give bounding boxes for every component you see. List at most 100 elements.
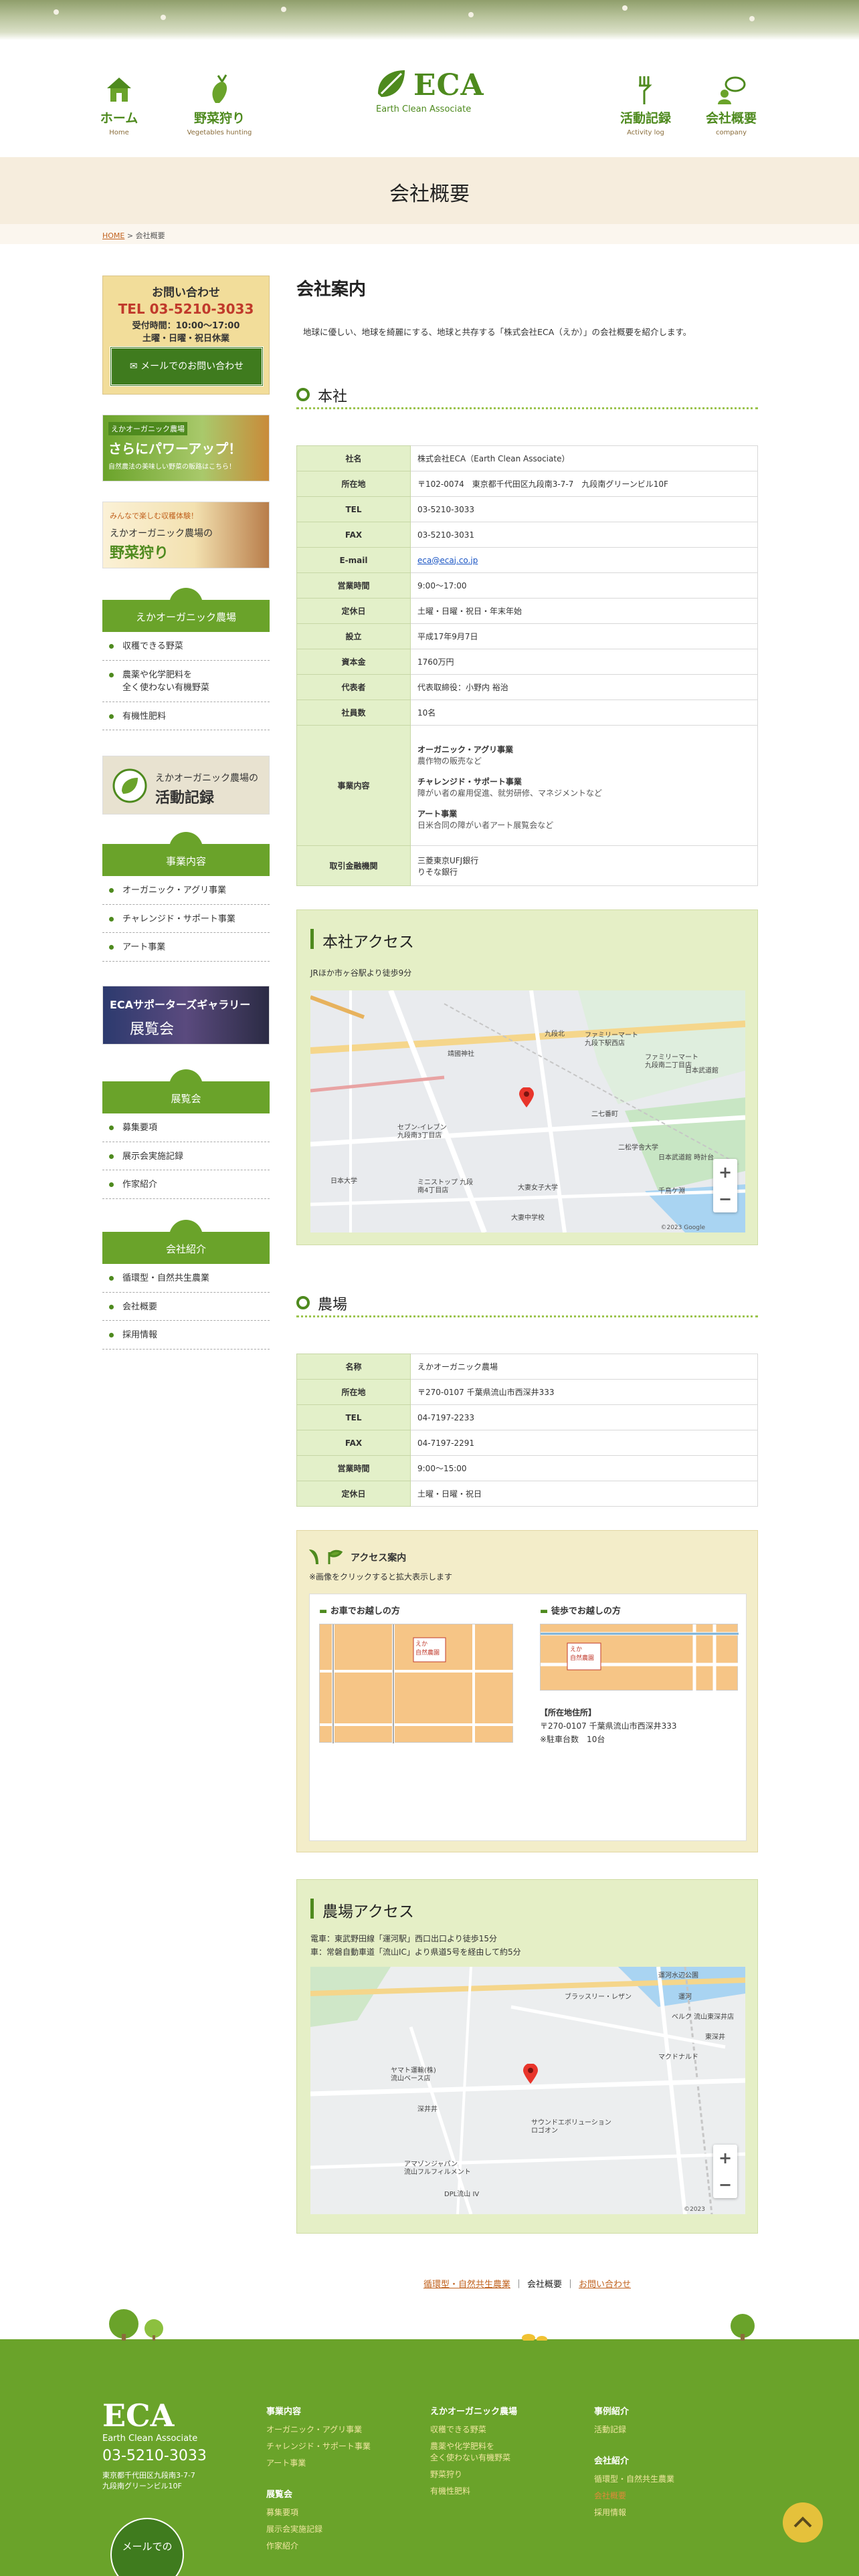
footer-addr1: 東京都千代田区九段南3-7-7 — [102, 2471, 195, 2480]
banner2-line1: みんなで楽しむ収穫体験！ — [110, 512, 198, 520]
site-logo[interactable]: ECA Earth Clean Associate — [375, 67, 488, 120]
footer-link[interactable]: 活動記録 — [594, 2424, 674, 2435]
sidebar-company-item[interactable]: 採用情報 — [102, 1321, 270, 1350]
walk-route-map[interactable]: えか 自然農園 — [540, 1624, 739, 1691]
footer-link[interactable]: 会社概要 — [594, 2490, 674, 2501]
sidebar-business-item[interactable]: チャレンジド・サポート事業 — [102, 905, 270, 933]
row-label: TEL — [296, 496, 411, 522]
map-label: ミニストップ 九段 南4丁目店 — [417, 1179, 474, 1194]
banner-farm-power-up[interactable]: えかオーガニック農場 さらにパワーアップ！ 自然農法の美味しい野菜の販路はこちら… — [102, 415, 270, 481]
sidebar-farm-item[interactable]: 農薬や化学肥料を 全く使わない有機野菜 — [102, 661, 270, 702]
footer-link[interactable]: 農薬や化学肥料を 全く使わない有機野菜 — [430, 2440, 517, 2463]
row-value: 9:00〜15:00 — [410, 1455, 758, 1481]
banner3-line2: 活動記録 — [155, 790, 215, 807]
house-icon — [107, 78, 131, 102]
map-label: ヤマト運輸(株) 流山ベース店 — [391, 2067, 436, 2082]
banner-activity-log[interactable]: えかオーガニック農場の 活動記録 — [102, 756, 270, 815]
table-row: 資本金 1760万円 — [296, 649, 758, 675]
footer-link[interactable]: オーガニック・アグリ事業 — [266, 2424, 371, 2435]
section-heading: 会社案内 — [296, 280, 367, 300]
banner-exhibition[interactable]: ECAサポーターズギャラリー 展覧会 — [102, 986, 270, 1045]
footer-logo-text: ECA — [102, 2397, 175, 2434]
table-row: 取引金融機関 三菱東京UFJ銀行 りそな銀行 — [296, 845, 758, 886]
zoom-out-button[interactable]: − — [713, 2171, 737, 2198]
row-label: 定休日 — [296, 598, 411, 624]
email-link[interactable]: eca@ecaj.co.jp — [417, 556, 478, 565]
footer-link[interactable]: 作家紹介 — [266, 2540, 371, 2551]
row-label: 定休日 — [296, 1481, 411, 1507]
footer-link[interactable]: 展示会実施記録 — [266, 2523, 371, 2535]
business-item-desc: 農作物の販売など — [417, 756, 482, 766]
nav-harvest[interactable]: 野菜狩り Vegetables hunting — [176, 74, 263, 136]
map-label: 九段北 — [545, 1031, 565, 1038]
business-item-title: オーガニック・アグリ事業 — [417, 744, 514, 754]
sidebar-exhibition-item[interactable]: 作家紹介 — [102, 1170, 270, 1199]
banner-vegetable-hunting[interactable]: みんなで楽しむ収穫体験！ えかオーガニック農場の 野菜狩り — [102, 502, 270, 568]
sidebar-company-item[interactable]: 循環型・自然共生農業 — [102, 1264, 270, 1293]
map-label: 東深井 — [705, 2034, 725, 2041]
breadcrumb-current: 会社概要 — [135, 231, 165, 240]
footer-mail-button[interactable]: メールでの — [110, 2518, 184, 2576]
sidebar-business-item[interactable]: オーガニック・アグリ事業 — [102, 876, 270, 905]
map-label: 日本武道館 — [685, 1067, 719, 1075]
sidebar-farm-item[interactable]: 有機性肥料 — [102, 702, 270, 730]
sidebar-farm-list: 収穫できる野菜 農薬や化学肥料を 全く使わない有機野菜 有機性肥料 — [102, 632, 270, 730]
footer-col-heading: 展覧会 — [266, 2490, 293, 2500]
footer-link[interactable]: 有機性肥料 — [430, 2485, 517, 2496]
map-label: アマゾンジャパン 流山フルフィルメント — [404, 2161, 471, 2176]
row-value: 10名 — [410, 700, 758, 726]
logo-text: ECA — [413, 68, 484, 102]
contact-hours: 受付時間：10:00〜17:00 — [132, 321, 240, 331]
zoom-in-button[interactable]: + — [713, 1159, 737, 1186]
breadcrumb-home[interactable]: HOME — [102, 231, 124, 240]
sidebar-company-item[interactable]: 会社概要 — [102, 1293, 270, 1321]
farm-map[interactable]: 運河水辺公園 ブラッスリー・レザン マクドナルド ヤマト運輸(株) 流山ベース店 深井井… — [310, 1967, 745, 2214]
table-row: 所在地 〒270-0107 千葉県流山市西深井333 — [296, 1379, 758, 1405]
footer-link[interactable]: 野菜狩り — [430, 2468, 517, 2480]
back-to-top-button[interactable] — [783, 2502, 823, 2543]
footer-link[interactable]: 循環型・自然共生農業 — [594, 2473, 674, 2484]
ring-icon — [296, 388, 310, 401]
footer-link[interactable]: 収穫できる野菜 — [430, 2424, 517, 2435]
ring-icon — [296, 1296, 310, 1309]
footer-link[interactable]: 募集要項 — [266, 2506, 371, 2518]
zoom-in-button[interactable]: + — [713, 2145, 737, 2171]
map-label: 千鳥ケ淵 — [658, 1188, 685, 1195]
footer-link[interactable]: チャレンジド・サポート事業 — [266, 2440, 371, 2452]
breadcrumb-sep: > — [124, 231, 136, 240]
sidebar-exhibition-item[interactable]: 募集要項 — [102, 1113, 270, 1142]
footer-tel: 03-5210-3033 — [102, 2448, 207, 2464]
farm-access-train: 電車：東武野田線「運河駅」西口出口より徒歩15分 — [310, 1934, 498, 1943]
speech-bubble-icon — [718, 76, 746, 104]
sidebar-exhibition-item[interactable]: 展示会実施記録 — [102, 1142, 270, 1170]
table-row: 社員数 10名 — [296, 700, 758, 726]
map-label: DPL流山 IV — [444, 2191, 480, 2198]
banner3-line1: えかオーガニック農場の — [155, 773, 258, 784]
bottom-link-contact[interactable]: お問い合わせ — [579, 2280, 631, 2290]
nav-activity[interactable]: 活動記録 Activity log — [602, 74, 689, 136]
sidebar-farm-item[interactable]: 収穫できる野菜 — [102, 632, 270, 661]
sidebar-company-list: 循環型・自然共生農業 会社概要 採用情報 — [102, 1264, 270, 1350]
bottom-links: 循環型・自然共生農業｜会社概要｜お問い合わせ — [423, 2280, 632, 2290]
sidebar-business-item[interactable]: アート事業 — [102, 933, 270, 962]
mail-contact-button[interactable]: ✉ メールでのお問い合わせ — [110, 346, 264, 387]
footer-mail-label: メールでの — [122, 2541, 173, 2553]
farm-guide-parking: ※駐車台数 10台 — [540, 1735, 605, 1744]
bottom-link-farming[interactable]: 循環型・自然共生農業 — [423, 2280, 510, 2290]
table-row: 営業時間 9:00〜15:00 — [296, 1455, 758, 1481]
row-value: えかオーガニック農場 — [410, 1354, 758, 1380]
table-row: FAX 04-7197-2291 — [296, 1430, 758, 1456]
zoom-out-button[interactable]: − — [713, 1186, 737, 1212]
row-label: FAX — [296, 1430, 411, 1456]
nav-home[interactable]: ホーム Home — [76, 74, 163, 136]
nav-company[interactable]: 会社概要 company — [688, 74, 775, 136]
footer-link[interactable]: アート事業 — [266, 2457, 371, 2468]
table-row: FAX 03-5210-3031 — [296, 522, 758, 548]
hq-map[interactable]: 九段北 ファミリーマート 九段下駅西店 ファミリーマート 九段南二丁目店 日本武道館靖… — [310, 990, 745, 1232]
sidebar-exhibition-list: 募集要項 展示会実施記録 作家紹介 — [102, 1113, 270, 1199]
car-route-map[interactable]: えか 自然農園 — [319, 1624, 514, 1743]
breadcrumb: HOME > 会社概要 — [0, 224, 859, 244]
footer-link[interactable]: 採用情報 — [594, 2506, 674, 2518]
farm-access-car: 車：常磐自動車道「流山IC」より県道5号を経由して約5分 — [310, 1947, 521, 1957]
sidebar-exhibition-heading: 展覧会 — [102, 1069, 270, 1113]
